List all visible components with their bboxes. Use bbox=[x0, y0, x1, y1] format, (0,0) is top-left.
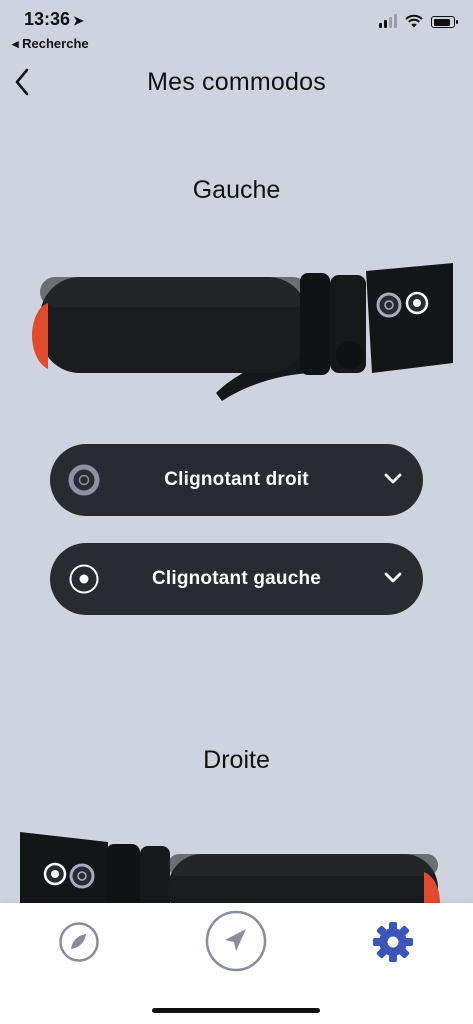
status-indicators bbox=[379, 14, 458, 28]
section-title-left: Gauche bbox=[192, 176, 281, 204]
pill-label: Clignotant gauche bbox=[151, 568, 322, 589]
pill-label: Clignotant droit bbox=[164, 469, 309, 490]
clignotant-gauche-button[interactable]: Clignotant gauche bbox=[50, 543, 423, 615]
back-to-app-link[interactable]: ◂ Recherche bbox=[12, 36, 89, 52]
navigation-arrow-icon bbox=[205, 910, 267, 972]
gear-icon bbox=[373, 922, 413, 962]
battery-icon bbox=[431, 16, 458, 28]
tab-settings[interactable] bbox=[370, 919, 416, 965]
chevron-down-icon bbox=[384, 473, 402, 484]
status-bar: 13:36 ➤ ◂ Recherche bbox=[0, 0, 473, 56]
chevron-down-icon bbox=[384, 572, 402, 583]
nav-header: Mes commodos bbox=[0, 56, 473, 108]
location-arrow-icon: ➤ bbox=[73, 13, 84, 28]
page-title: Mes commodos bbox=[147, 68, 326, 96]
tab-explore[interactable] bbox=[56, 919, 102, 965]
clock: 13:36 bbox=[24, 9, 71, 29]
left-handlebar-image bbox=[32, 263, 453, 401]
right-handlebar-image bbox=[20, 832, 440, 904]
clignotant-droit-button[interactable]: Clignotant droit bbox=[50, 444, 423, 516]
wifi-icon bbox=[405, 14, 423, 28]
cellular-signal-icon bbox=[379, 14, 397, 28]
status-time: 13:36 ➤ bbox=[24, 9, 84, 30]
tab-bar bbox=[0, 903, 473, 1024]
tab-navigation[interactable] bbox=[204, 909, 268, 973]
home-indicator bbox=[152, 1008, 320, 1013]
section-title-right: Droite bbox=[203, 746, 270, 774]
compass-icon bbox=[59, 922, 99, 962]
